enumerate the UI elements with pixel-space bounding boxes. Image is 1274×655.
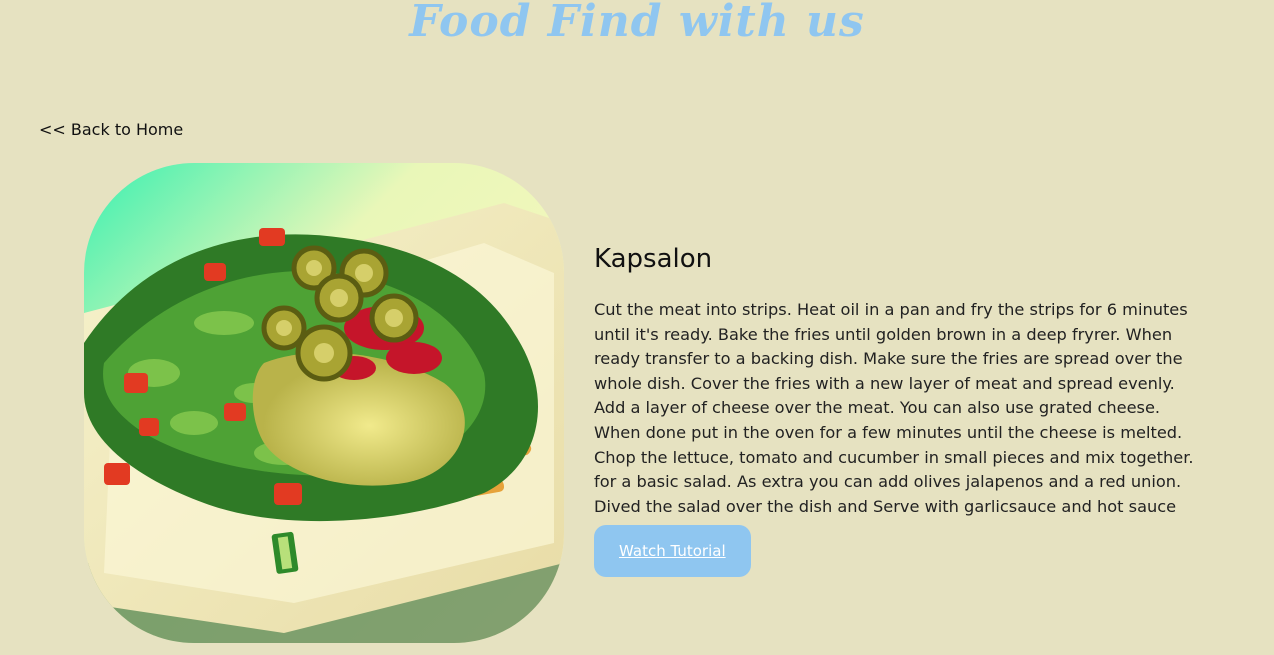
site-title: Food Find with us xyxy=(409,0,865,47)
watch-tutorial-button[interactable]: Watch Tutorial xyxy=(594,525,751,578)
recipe-details: Kapsalon Cut the meat into strips. Heat … xyxy=(594,240,1204,578)
recipe-title: Kapsalon xyxy=(594,244,713,274)
back-to-home-link[interactable]: << Back to Home xyxy=(39,120,183,140)
recipe-description: Cut the meat into strips. Heat oil in a … xyxy=(594,300,1194,516)
recipe-photo xyxy=(84,163,564,643)
